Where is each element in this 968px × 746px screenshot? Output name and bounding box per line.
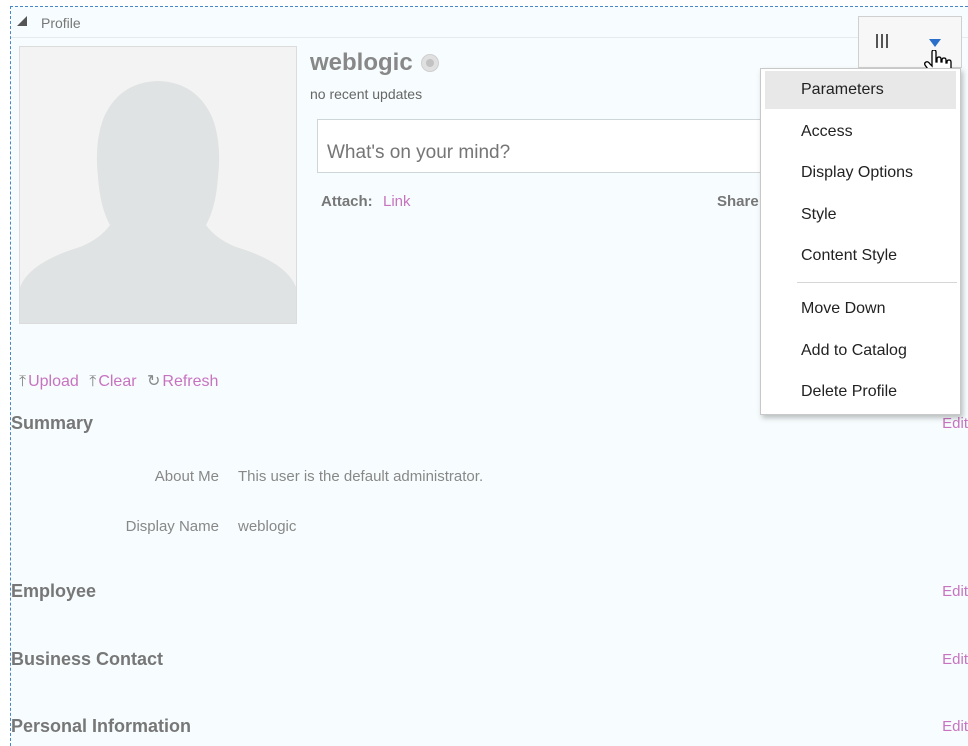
menu-item-delete-profile[interactable]: Delete Profile [761, 373, 960, 411]
attach-label: Attach: [321, 193, 373, 210]
menu-item-style[interactable]: Style [761, 196, 960, 234]
menu-item-move-down[interactable]: Move Down [761, 290, 960, 328]
section-business-contact-title: Business Contact [11, 649, 164, 669]
attach-link[interactable]: Link [383, 193, 411, 210]
presence-status-icon [421, 54, 439, 72]
profile-username: weblogic [310, 49, 413, 76]
panel-actions-menu: Parameters Access Display Options Style … [760, 68, 961, 415]
section-personal-information-title: Personal Information [11, 716, 192, 736]
menu-item-access[interactable]: Access [761, 113, 960, 151]
panel-header: Profile [11, 7, 968, 38]
upload-icon: ⤒ [19, 373, 27, 390]
upload-icon: ⤒ [89, 373, 97, 390]
upload-button[interactable]: ⤒ Upload [19, 373, 79, 390]
display-name-value: weblogic [238, 518, 297, 535]
collapse-triangle-icon[interactable] [17, 16, 27, 26]
business-contact-edit-link[interactable]: Edit [942, 651, 968, 668]
share-label[interactable]: Share [717, 193, 759, 210]
menu-item-add-to-catalog[interactable]: Add to Catalog [761, 332, 960, 370]
photo-actions: ⤒ Upload ⤒ Clear ↻ Refresh [19, 371, 224, 391]
display-name-label: Display Name [125, 518, 219, 535]
personal-information-edit-link[interactable]: Edit [942, 718, 968, 735]
menu-item-display-options[interactable]: Display Options [761, 154, 960, 192]
recent-updates-text: no recent updates [310, 86, 423, 102]
about-me-value: This user is the default administrator. [238, 468, 484, 485]
menu-item-parameters[interactable]: Parameters [765, 71, 956, 109]
refresh-icon: ↻ [147, 373, 161, 390]
employee-edit-link[interactable]: Edit [942, 583, 968, 600]
section-summary-title: Summary [11, 413, 94, 433]
about-me-label: About Me [154, 468, 219, 485]
section-employee-title: Employee [11, 581, 97, 601]
menu-divider [797, 282, 957, 283]
columns-icon[interactable] [876, 34, 888, 48]
panel-title: Profile [41, 15, 81, 31]
profile-photo [19, 46, 297, 324]
status-post-input[interactable] [317, 119, 817, 173]
clear-button[interactable]: ⤒ Clear [89, 373, 136, 390]
chevron-down-icon[interactable] [929, 39, 941, 47]
menu-item-content-style[interactable]: Content Style [761, 237, 960, 275]
summary-edit-link[interactable]: Edit [942, 415, 968, 432]
refresh-button[interactable]: ↻ Refresh [147, 373, 218, 390]
